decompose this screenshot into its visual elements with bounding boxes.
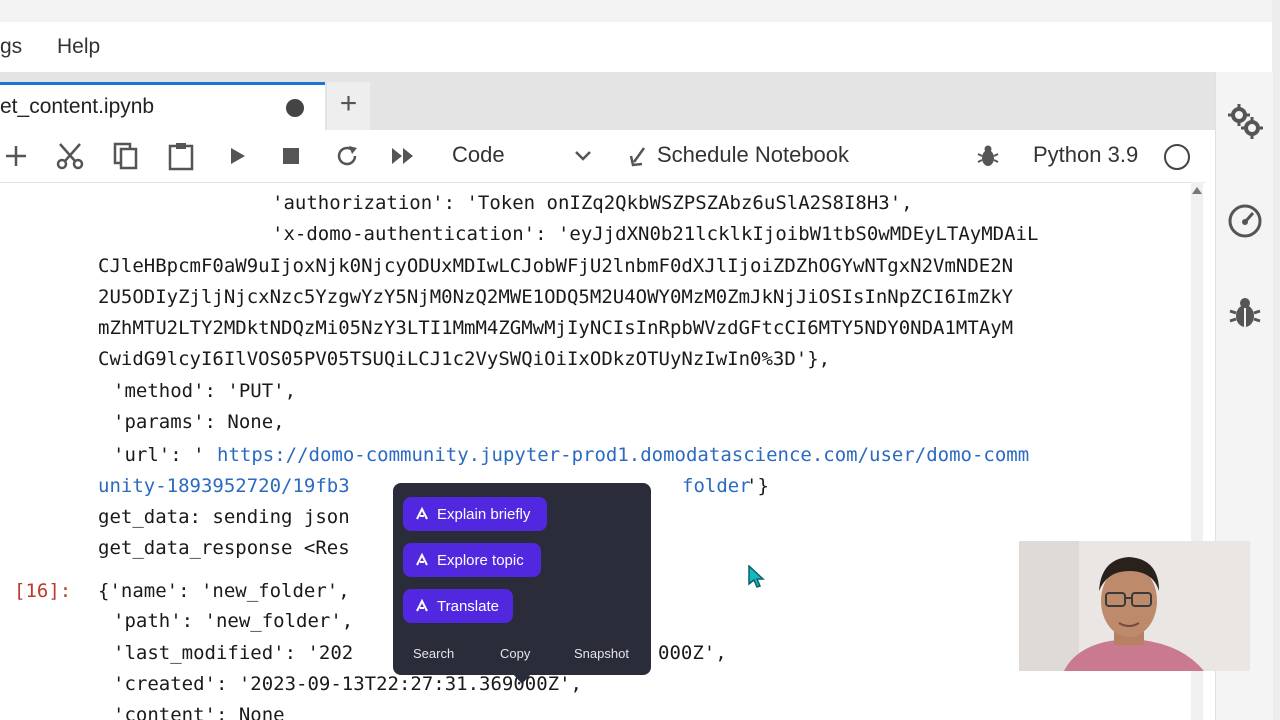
copy-icon[interactable] [110,140,142,172]
output-line: CJleHBpcmF0aW9uIjoxNjk0NjcyODUxMDIwLCJob… [98,255,1014,277]
menu-settings[interactable]: gs [0,35,22,59]
popup-search-button[interactable]: Search [413,646,454,661]
output-line: 'url': ' [113,444,205,466]
assistant-logo-icon [416,598,428,612]
mouse-cursor-icon [747,564,765,594]
new-tab-button[interactable]: + [327,82,370,130]
kernel-status-circle-icon [1164,144,1190,170]
output-line: {'name': 'new_folder', [98,580,350,602]
chevron-down-icon[interactable] [572,144,594,171]
assistant-logo-icon [416,552,428,566]
output-line: get_data_response <Res [98,537,350,559]
output-line: '} [746,475,769,497]
tab-notebook[interactable]: et_content.ipynb [0,82,325,130]
run-play-icon[interactable] [221,140,253,172]
debugger-bug-icon[interactable] [1226,294,1264,332]
output-line: 000Z', [658,642,727,664]
cell-type-select[interactable]: Code [452,142,505,168]
menu-help[interactable]: Help [57,35,100,59]
popup-caret [513,674,531,684]
window-top-strip [0,0,1280,22]
run-all-fast-forward-icon[interactable] [387,140,419,172]
output-line: 'content': None [113,704,285,720]
assistant-logo-icon [416,506,428,520]
output-url-link[interactable]: folder [682,475,751,497]
output-line: CwidG9lcyI6IlVOS05PV05TSUQiLCJ1c2VySWQiO… [98,348,831,370]
property-inspector-gears-icon[interactable] [1226,102,1264,140]
output-line: 'created': '2023-09-13T22:27:31.369000Z'… [113,673,582,695]
kernel-name[interactable]: Python 3.9 [1033,142,1138,168]
stop-square-icon[interactable] [275,140,307,172]
restart-kernel-icon[interactable] [331,140,363,172]
popup-snapshot-button[interactable]: Snapshot [574,646,629,661]
translate-button[interactable]: Translate [403,589,513,623]
paste-clipboard-icon[interactable] [165,140,197,172]
output-line: 'last_modified': '202 [113,642,354,664]
output-line: mZhMTU2LTY2MDktNDQzMi05NzY3LTI1MmM4ZGMwM… [98,317,1014,339]
output-url-link[interactable]: unity-1893952720/19fb3 [98,475,350,497]
explain-briefly-button[interactable]: Explain briefly [403,497,547,531]
output-url-link[interactable]: https://domo-community.jupyter-prod1.dom… [217,444,1029,466]
menu-bar: gs Help [0,22,1272,72]
explore-topic-label: Explore topic [437,551,524,569]
presenter-video-image [1019,541,1250,671]
cut-scissors-icon[interactable] [54,140,86,172]
dashboard-gauge-icon[interactable] [1226,200,1264,238]
explain-briefly-label: Explain briefly [437,505,531,523]
output-line: 'params': None, [113,411,285,433]
debugger-toggle-bug-icon[interactable] [976,144,1000,173]
webcam-overlay [1019,541,1250,671]
page-scrollbar[interactable] [1272,0,1280,720]
execution-count-prompt: [16]: [14,580,72,602]
schedule-arrow-icon [628,146,650,173]
translate-label: Translate [437,597,499,615]
output-line: 'authorization': 'Token onIZq2QkbWSZPSZA… [272,192,913,214]
output-line: 'path': 'new_folder', [113,610,354,632]
tab-title: et_content.ipynb [0,95,155,118]
explore-topic-button[interactable]: Explore topic [403,543,541,577]
output-line: 2U5ODIyZjljNjcxNzc5YzgwYzY5NjM0NzQ2MWE1O… [98,286,1014,308]
insert-cell-plus-icon[interactable] [0,140,32,172]
popup-copy-button[interactable]: Copy [500,646,530,661]
output-line: 'x-domo-authentication': 'eyJjdXN0b21lck… [272,223,1039,245]
output-line: 'method': 'PUT', [113,380,297,402]
notebook-toolbar: Code Schedule Notebook Python 3.9 [0,130,1205,183]
unsaved-dot-icon[interactable] [286,99,304,117]
schedule-notebook-button[interactable]: Schedule Notebook [657,142,849,168]
output-line: get_data: sending json [98,506,350,528]
selection-action-popup: Explain briefly Explore topic Translate … [393,483,651,675]
tab-bar: et_content.ipynb + [0,72,1215,130]
